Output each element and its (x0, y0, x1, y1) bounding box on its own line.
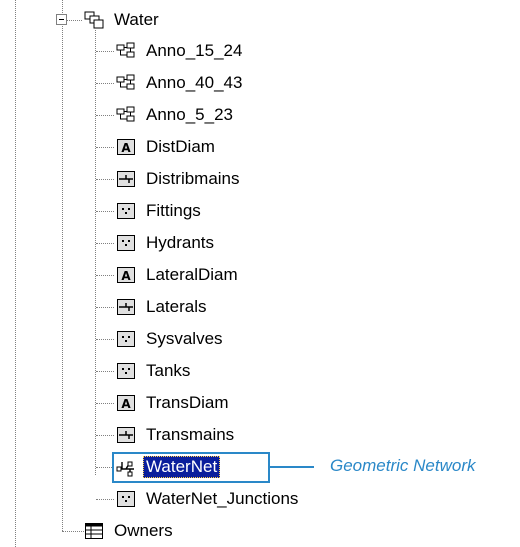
tree-node-owners[interactable]: Owners (84, 519, 176, 543)
svg-text:A: A (121, 141, 131, 155)
line-feature-class-icon (117, 171, 135, 187)
text-feature-class-icon: A (117, 139, 135, 155)
tree-node-label: Anno_15_24 (146, 41, 243, 60)
svg-text:A: A (121, 269, 131, 283)
tree-node-label: Anno_5_23 (146, 105, 233, 124)
tree-connector (96, 275, 114, 276)
callout-label: Geometric Network (330, 456, 476, 475)
svg-text:A: A (121, 397, 131, 411)
tree-connector (96, 51, 114, 52)
tree-connector (96, 211, 114, 212)
tree-line-root (15, 0, 16, 547)
tree-connector (96, 243, 114, 244)
text-feature-class-icon: A (117, 267, 135, 283)
catalog-tree: Water Anno_15_24 Anno_40_43 Anno_5_23 A Dist… (0, 0, 520, 547)
feature-dataset-icon (84, 11, 104, 29)
tree-connector (96, 371, 114, 372)
tree-node-anno-40-43[interactable]: Anno_40_43 (116, 71, 245, 95)
tree-node-label: Owners (114, 521, 173, 540)
point-feature-class-icon (117, 203, 135, 219)
tree-node-label: Laterals (146, 297, 207, 316)
point-feature-class-icon (117, 331, 135, 347)
tree-node-label: Anno_40_43 (146, 73, 243, 92)
tree-node-label: Fittings (146, 201, 201, 220)
tree-node-label: Water (114, 10, 159, 29)
tree-node-transdiam[interactable]: A TransDiam (116, 391, 232, 415)
tree-node-water[interactable]: Water (84, 8, 162, 32)
tree-node-label: DistDiam (146, 137, 215, 156)
text-feature-class-icon: A (117, 395, 135, 411)
tree-node-transmains[interactable]: Transmains (116, 423, 237, 447)
line-feature-class-icon (117, 427, 135, 443)
tree-node-fittings[interactable]: Fittings (116, 199, 204, 223)
tree-connector (96, 339, 114, 340)
tree-connector (96, 179, 114, 180)
tree-connector (96, 115, 114, 116)
tree-node-hydrants[interactable]: Hydrants (116, 231, 217, 255)
annotation-class-icon (116, 42, 135, 58)
tree-line-level2 (95, 30, 96, 475)
tree-node-label: Transmains (146, 425, 235, 444)
tree-node-anno-5-23[interactable]: Anno_5_23 (116, 103, 236, 127)
tree-connector (96, 83, 114, 84)
collapse-toggle-water[interactable] (56, 14, 67, 25)
tree-connector (96, 435, 114, 436)
tree-node-distdiam[interactable]: A DistDiam (116, 135, 218, 159)
tree-node-label: Distribmains (146, 169, 240, 188)
tree-hline-water (66, 20, 82, 21)
point-feature-class-icon (117, 235, 135, 251)
tree-connector (96, 499, 114, 500)
tree-connector (96, 147, 114, 148)
tree-connector (96, 403, 114, 404)
tree-node-distribmains[interactable]: Distribmains (116, 167, 243, 191)
tree-connector (96, 307, 114, 308)
tree-node-label: Sysvalves (146, 329, 223, 348)
tree-node-label: WaterNet_Junctions (146, 489, 299, 508)
line-feature-class-icon (117, 299, 135, 315)
tree-node-label: Hydrants (146, 233, 215, 252)
tree-node-label: Tanks (146, 361, 191, 380)
point-feature-class-icon (117, 491, 135, 507)
tree-node-anno-15-24[interactable]: Anno_15_24 (116, 39, 245, 63)
tree-node-lateraldiam[interactable]: A LateralDiam (116, 263, 241, 287)
tree-hline-owners (62, 531, 84, 532)
annotation-class-icon (116, 106, 135, 122)
tree-node-label: TransDiam (146, 393, 229, 412)
annotation-class-icon (116, 74, 135, 90)
tree-node-tanks[interactable]: Tanks (116, 359, 193, 383)
tree-node-label: LateralDiam (146, 265, 238, 284)
tree-node-laterals[interactable]: Laterals (116, 295, 209, 319)
highlight-box-waternet (112, 452, 270, 483)
point-feature-class-icon (117, 363, 135, 379)
table-icon (85, 523, 103, 539)
tree-node-sysvalves[interactable]: Sysvalves (116, 327, 226, 351)
callout-connector (270, 466, 314, 468)
tree-line-level1 (62, 0, 63, 531)
tree-node-waternet-junctions[interactable]: WaterNet_Junctions (116, 487, 301, 511)
